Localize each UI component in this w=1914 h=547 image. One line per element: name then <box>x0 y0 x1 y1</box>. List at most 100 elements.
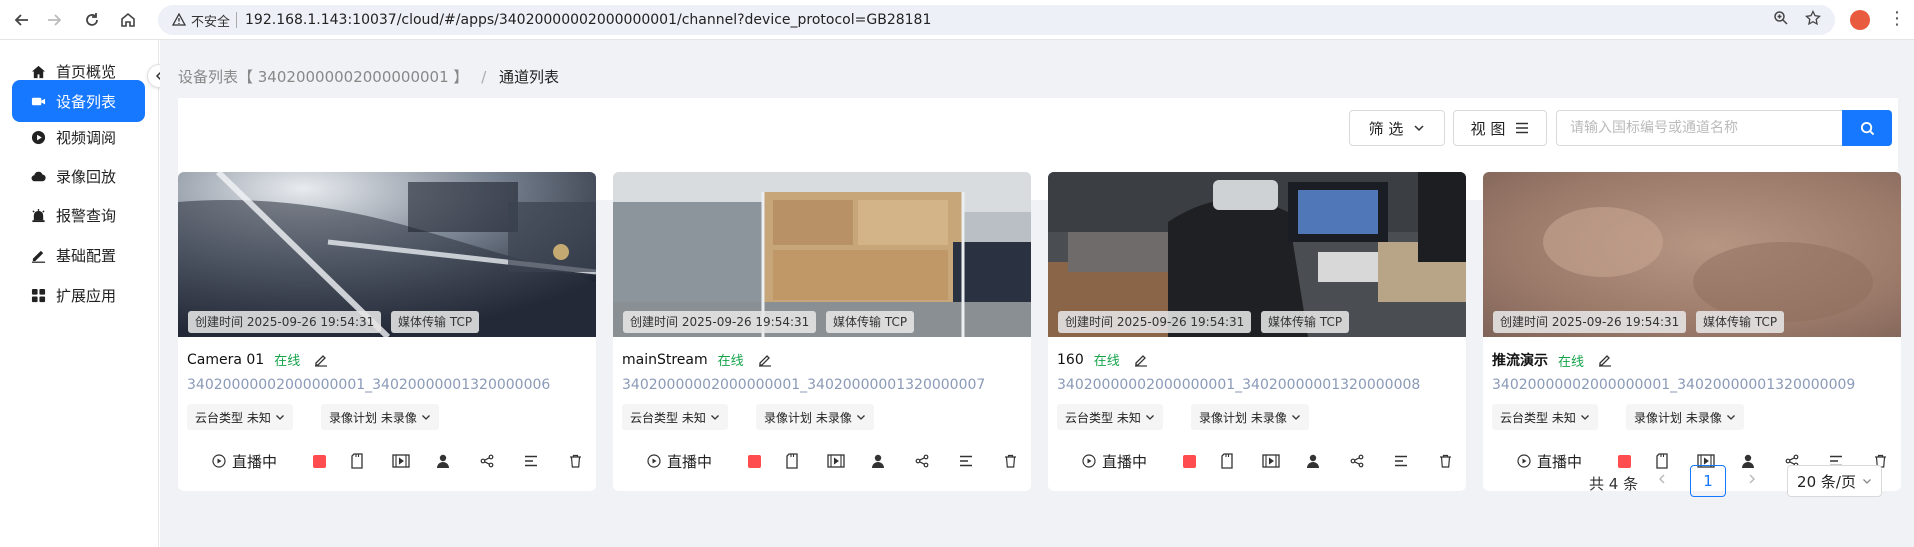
details-button[interactable] <box>1391 446 1411 476</box>
stop-button[interactable] <box>744 446 764 476</box>
record-button[interactable] <box>782 446 802 476</box>
sidebar-item-playback[interactable]: 录像回放 <box>12 155 145 197</box>
channel-id: 34020000002000000001_3402000000132000000… <box>1057 377 1421 393</box>
share-button[interactable] <box>912 446 932 476</box>
search-input[interactable] <box>1556 110 1842 146</box>
prev-page-icon[interactable] <box>1656 470 1668 489</box>
home-icon <box>30 63 46 79</box>
align-left-icon <box>525 455 537 467</box>
stop-icon <box>1182 454 1196 468</box>
details-button[interactable] <box>956 446 976 476</box>
page-size-select[interactable]: 20 条/页 <box>1787 465 1882 497</box>
security-indicator[interactable]: 不安全 <box>172 11 230 30</box>
play-circle-icon <box>1517 454 1531 468</box>
edit-icon[interactable] <box>1134 353 1148 367</box>
user-button[interactable] <box>868 446 888 476</box>
view-button[interactable]: 视 图 <box>1453 110 1547 146</box>
channel-title: mainStream 在线 <box>622 350 772 369</box>
status-badge: 在线 <box>274 354 301 369</box>
chevron-down-icon <box>1862 479 1871 484</box>
zoom-icon[interactable] <box>1773 10 1789 30</box>
live-button[interactable]: 直播中 <box>647 446 712 476</box>
user-button[interactable] <box>433 446 453 476</box>
stop-button[interactable] <box>1179 446 1199 476</box>
chevron-down-icon <box>856 415 865 420</box>
record-plan-dropdown[interactable]: 录像计划 未录像 <box>321 404 439 430</box>
created-time-tag: 创建时间 2025-09-26 19:54:31 <box>623 311 817 333</box>
sidebar-item-label: 首页概览 <box>56 62 117 81</box>
card-actions: 直播中 <box>613 446 1031 476</box>
channel-thumbnail[interactable]: 创建时间 2025-09-26 19:54:31 媒体传输 TCP <box>613 172 1031 337</box>
search-button[interactable] <box>1842 110 1892 146</box>
stop-button[interactable] <box>1614 446 1634 476</box>
stop-button[interactable] <box>309 446 329 476</box>
sidebar-item-apps[interactable]: 扩展应用 <box>12 274 145 316</box>
reload-icon[interactable] <box>78 6 106 34</box>
sidebar-item-label: 报警查询 <box>56 206 117 225</box>
playback-button[interactable] <box>1259 446 1283 476</box>
live-button[interactable]: 直播中 <box>1082 446 1147 476</box>
record-plan-dropdown[interactable]: 录像计划 未录像 <box>1191 404 1309 430</box>
url-text[interactable]: 192.168.1.143:10037/cloud/#/apps/3402000… <box>245 12 931 28</box>
share-button[interactable] <box>1347 446 1367 476</box>
details-button[interactable] <box>521 446 541 476</box>
user-button[interactable] <box>1303 446 1323 476</box>
playback-button[interactable] <box>389 446 413 476</box>
sd-card-icon <box>351 453 363 469</box>
ptz-type-dropdown[interactable]: 云台类型 未知 <box>622 404 728 430</box>
edit-icon[interactable] <box>758 353 772 367</box>
record-plan-dropdown[interactable]: 录像计划 未录像 <box>756 404 874 430</box>
delete-button[interactable] <box>1000 446 1020 476</box>
back-icon[interactable] <box>8 6 36 34</box>
extension-icon[interactable] <box>1850 10 1870 30</box>
user-icon <box>1307 454 1319 468</box>
sidebar-item-config[interactable]: 基础配置 <box>12 234 145 276</box>
live-button[interactable]: 直播中 <box>212 446 277 476</box>
star-icon[interactable] <box>1805 9 1821 30</box>
edit-icon[interactable] <box>1598 353 1612 367</box>
channel-title: 推流演示 在线 <box>1492 350 1612 370</box>
channel-thumbnail[interactable]: 创建时间 2025-09-26 19:54:31 媒体传输 TCP <box>178 172 596 337</box>
ptz-type-dropdown[interactable]: 云台类型 未知 <box>1057 404 1163 430</box>
playback-button[interactable] <box>824 446 848 476</box>
channel-thumbnail[interactable]: 创建时间 2025-09-26 19:54:31 媒体传输 TCP <box>1048 172 1466 337</box>
browser-menu-icon[interactable]: ⋮ <box>1888 8 1906 30</box>
chevron-down-icon <box>1726 415 1735 420</box>
ptz-type-dropdown[interactable]: 云台类型 未知 <box>1492 404 1598 430</box>
breadcrumb: 设备列表【 34020000002000000001 】 / 通道列表 <box>178 66 559 87</box>
stop-icon <box>747 454 761 468</box>
play-circle-icon <box>647 454 661 468</box>
sd-card-icon <box>1656 453 1668 469</box>
share-button[interactable] <box>477 446 497 476</box>
record-plan-dropdown[interactable]: 录像计划 未录像 <box>1626 404 1744 430</box>
created-time-tag: 创建时间 2025-09-26 19:54:31 <box>188 311 382 333</box>
stop-icon <box>312 454 326 468</box>
share-icon <box>915 454 929 468</box>
next-page-icon[interactable] <box>1746 470 1758 489</box>
record-button[interactable] <box>1217 446 1237 476</box>
chevron-down-icon <box>1580 415 1589 420</box>
page-number-current[interactable]: 1 <box>1690 465 1726 497</box>
edit-icon[interactable] <box>314 353 328 367</box>
url-divider <box>236 12 238 28</box>
stop-icon <box>1617 454 1631 468</box>
sidebar-item-alarm[interactable]: 报警查询 <box>12 194 145 236</box>
sidebar-item-video[interactable]: 视频调阅 <box>12 116 145 158</box>
ptz-type-dropdown[interactable]: 云台类型 未知 <box>187 404 293 430</box>
status-badge: 在线 <box>1093 354 1120 369</box>
channel-card: 创建时间 2025-09-26 19:54:31 媒体传输 TCP 160 在线… <box>1048 172 1466 491</box>
filter-button[interactable]: 筛 选 <box>1349 110 1445 146</box>
sidebar-item-label: 设备列表 <box>56 92 117 111</box>
user-icon <box>872 454 884 468</box>
record-button[interactable] <box>347 446 367 476</box>
address-bar[interactable]: 不安全 192.168.1.143:10037/cloud/#/apps/340… <box>158 5 1835 35</box>
live-button[interactable]: 直播中 <box>1517 446 1582 476</box>
breadcrumb-parent[interactable]: 设备列表【 34020000002000000001 】 <box>178 68 468 86</box>
delete-button[interactable] <box>1435 446 1455 476</box>
delete-button[interactable] <box>565 446 585 476</box>
forward-icon[interactable] <box>40 6 68 34</box>
align-left-icon <box>960 455 972 467</box>
sidebar-item-label: 录像回放 <box>56 167 117 186</box>
home-browser-icon[interactable] <box>114 6 142 34</box>
channel-thumbnail[interactable]: 创建时间 2025-09-26 19:54:31 媒体传输 TCP <box>1483 172 1901 337</box>
